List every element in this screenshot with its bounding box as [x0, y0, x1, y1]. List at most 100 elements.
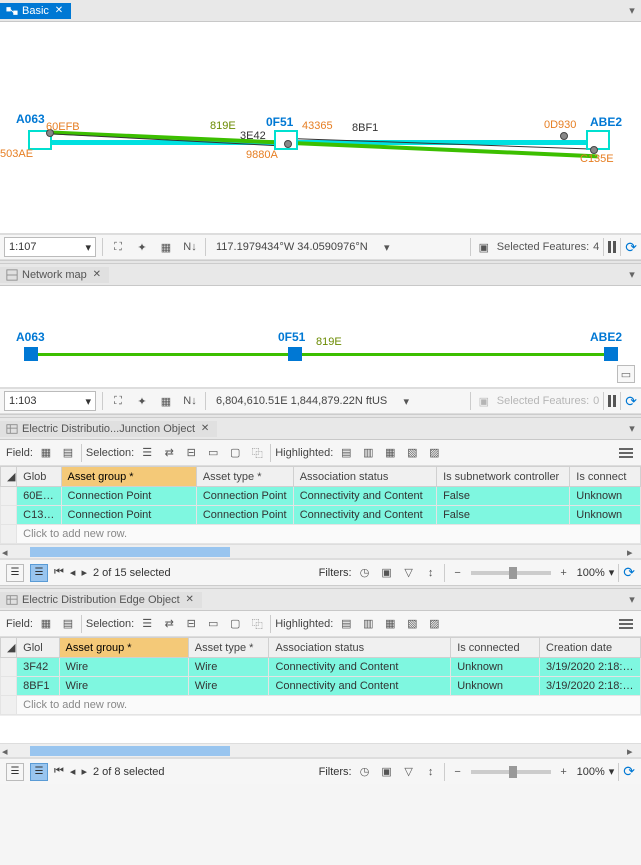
tab-basic[interactable]: Basic ✕: [0, 3, 71, 19]
scroll-thumb[interactable]: [30, 547, 230, 557]
hl1-icon[interactable]: ▤: [337, 615, 355, 633]
close-icon[interactable]: ✕: [91, 269, 103, 281]
map2-canvas[interactable]: A063 0F51 819E ABE2 ▭: [0, 286, 641, 388]
prev-icon[interactable]: ◂: [70, 566, 76, 579]
measure-icon[interactable]: ✦: [133, 238, 151, 256]
cell[interactable]: C135E: [17, 506, 61, 525]
cell[interactable]: Connectivity and Content: [269, 658, 451, 677]
cell[interactable]: Connectivity and Content: [293, 506, 436, 525]
chevron-down-icon[interactable]: ▾: [609, 765, 615, 778]
zoom-in-icon[interactable]: +: [555, 564, 573, 582]
north-icon[interactable]: N↓: [181, 238, 199, 256]
rowhdr[interactable]: ◢: [1, 467, 17, 487]
menu-dropdown-icon[interactable]: ▾: [623, 422, 641, 435]
map1-canvas[interactable]: A063 0F51 ABE2 60EFB 503AE 819E 3E42 988…: [0, 22, 641, 234]
refresh-icon[interactable]: ⟳: [625, 393, 637, 410]
hl3-icon[interactable]: ▦: [381, 615, 399, 633]
cell[interactable]: False: [437, 506, 570, 525]
cell[interactable]: Unknown: [570, 506, 641, 525]
view-sel-button[interactable]: ☰: [30, 763, 48, 781]
hl5-icon[interactable]: ▨: [425, 615, 443, 633]
hl2-icon[interactable]: ▥: [359, 444, 377, 462]
close-icon[interactable]: ✕: [184, 594, 196, 606]
zoom-out-icon[interactable]: −: [449, 564, 467, 582]
first-icon[interactable]: ⏮: [54, 765, 64, 778]
pause-icon[interactable]: [608, 395, 616, 407]
filter-extent-icon[interactable]: ▣: [378, 564, 396, 582]
menu-dropdown-icon[interactable]: ▾: [623, 4, 641, 17]
grid-icon[interactable]: ▦: [157, 392, 175, 410]
sel-zoom-icon[interactable]: ▭: [204, 615, 222, 633]
hscroll[interactable]: ◂ ▸: [0, 544, 641, 558]
add-field-icon[interactable]: ▦: [37, 444, 55, 462]
cell[interactable]: Unknown: [451, 677, 540, 696]
view-all-button[interactable]: ☰: [6, 564, 24, 582]
cell[interactable]: Connectivity and Content: [269, 677, 451, 696]
hscroll[interactable]: ◂ ▸: [0, 743, 641, 757]
zoom-slider[interactable]: [471, 571, 551, 575]
tab-junction[interactable]: Electric Distributio...Junction Object ✕: [0, 421, 217, 437]
col-created[interactable]: Creation date: [540, 638, 641, 658]
refresh-icon[interactable]: ⟳: [623, 564, 635, 581]
menu-dropdown-icon[interactable]: ▾: [623, 268, 641, 281]
sel-del-icon[interactable]: ▢: [226, 615, 244, 633]
cell[interactable]: 3F42: [17, 658, 59, 677]
scale-combo[interactable]: 1:107 ▾: [4, 237, 96, 257]
north-icon[interactable]: N↓: [181, 392, 199, 410]
col-assetgroup[interactable]: Asset group *: [61, 467, 196, 487]
col-subnet[interactable]: Is subnetwork controller: [437, 467, 570, 487]
chevron-down-icon[interactable]: ▾: [397, 392, 415, 410]
col-assoc[interactable]: Association status: [269, 638, 451, 658]
menu-icon[interactable]: [617, 619, 635, 629]
scroll-thumb[interactable]: [30, 746, 230, 756]
tab-netmap[interactable]: Network map ✕: [0, 267, 109, 283]
table-row[interactable]: 3F42 Wire Wire Connectivity and Content …: [1, 658, 641, 677]
chevron-down-icon[interactable]: ▾: [378, 238, 396, 256]
hl4-icon[interactable]: ▧: [403, 444, 421, 462]
sel-copy-icon[interactable]: ⿻: [248, 444, 266, 462]
chevron-down-icon[interactable]: ▾: [609, 566, 615, 579]
scroll-right-icon[interactable]: ▸: [627, 546, 639, 558]
sel-all-icon[interactable]: ☰: [138, 615, 156, 633]
cell[interactable]: Wire: [59, 677, 188, 696]
filter-icon[interactable]: ▽: [400, 564, 418, 582]
pause-icon[interactable]: [608, 241, 616, 253]
scale-combo-2[interactable]: 1:103 ▾: [4, 391, 96, 411]
col-assettype[interactable]: Asset type *: [188, 638, 269, 658]
close-icon[interactable]: ✕: [53, 5, 65, 17]
tab-edge[interactable]: Electric Distribution Edge Object ✕: [0, 592, 202, 608]
node2-0F51[interactable]: [288, 347, 302, 361]
junction-0D93[interactable]: [560, 132, 568, 140]
first-icon[interactable]: ⏮: [54, 566, 64, 579]
filter-sort-icon[interactable]: ↕: [422, 763, 440, 781]
hl5-icon[interactable]: ▨: [425, 444, 443, 462]
new-row[interactable]: Click to add new row.: [1, 525, 641, 544]
col-assettype[interactable]: Asset type *: [196, 467, 293, 487]
scroll-left-icon[interactable]: ◂: [2, 745, 14, 757]
node2-ABE2[interactable]: [604, 347, 618, 361]
col-assetgroup[interactable]: Asset group *: [59, 638, 188, 658]
sel-zoom-icon[interactable]: ▭: [204, 444, 222, 462]
selection-icon[interactable]: ▣: [475, 238, 493, 256]
sel-switch-icon[interactable]: ⇄: [160, 444, 178, 462]
cell[interactable]: Connection Point: [196, 487, 293, 506]
calc-field-icon[interactable]: ▤: [59, 615, 77, 633]
cell[interactable]: 3/19/2020 2:18:49 P: [540, 658, 641, 677]
refresh-icon[interactable]: ⟳: [625, 239, 637, 256]
cell[interactable]: Wire: [188, 677, 269, 696]
zoom-slider[interactable]: [471, 770, 551, 774]
sel-clear-icon[interactable]: ⊟: [182, 615, 200, 633]
hl4-icon[interactable]: ▧: [403, 615, 421, 633]
grid-icon[interactable]: ▦: [157, 238, 175, 256]
cell[interactable]: Connectivity and Content: [293, 487, 436, 506]
col-connect[interactable]: Is connect: [570, 467, 641, 487]
prev-icon[interactable]: ◂: [70, 765, 76, 778]
filter-time-icon[interactable]: ◷: [356, 763, 374, 781]
cell[interactable]: Unknown: [451, 658, 540, 677]
scroll-left-icon[interactable]: ◂: [2, 546, 14, 558]
snap-icon[interactable]: ⛶: [109, 392, 127, 410]
next-icon[interactable]: ▸: [81, 765, 87, 778]
cell[interactable]: 60EFB: [17, 487, 61, 506]
sel-del-icon[interactable]: ▢: [226, 444, 244, 462]
scroll-right-icon[interactable]: ▸: [627, 745, 639, 757]
